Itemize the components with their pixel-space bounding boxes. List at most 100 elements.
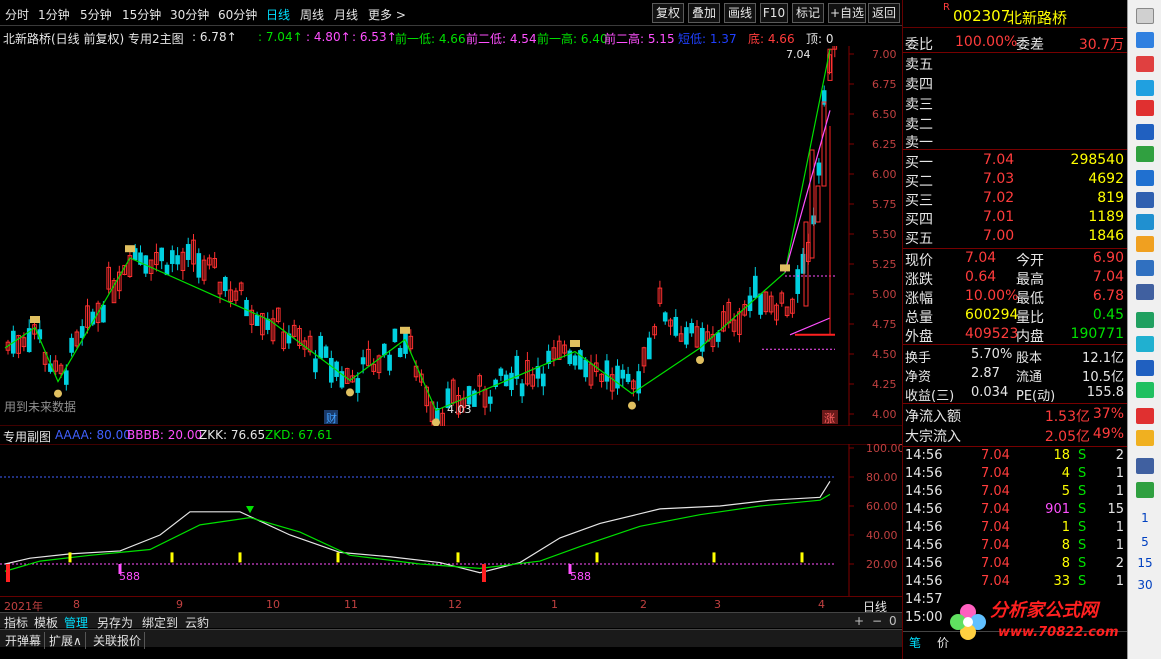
sell-label: 卖三: [905, 97, 933, 113]
oscillator-chart[interactable]: 100.00 80.00 60.00 40.00 20.00 588 588: [0, 444, 902, 596]
period-5min[interactable]: 5分钟: [80, 6, 112, 23]
zoom-in-icon[interactable]: +: [854, 614, 864, 628]
rank-icon[interactable]: [1136, 100, 1154, 116]
flow-pct: 49%: [1092, 426, 1124, 442]
candle-body: [684, 327, 689, 345]
tick-count: 2: [1115, 448, 1124, 463]
list-icon[interactable]: [1136, 32, 1154, 48]
info-icon[interactable]: [1136, 214, 1154, 230]
buy-price: 7.04: [983, 152, 1015, 168]
period-fenshi[interactable]: 分时: [5, 6, 29, 23]
top-marker: [400, 326, 410, 334]
price-tick: 4.75: [872, 318, 897, 331]
bottom-marker: [696, 356, 704, 364]
refresh-icon[interactable]: [1136, 482, 1154, 498]
date-axis: 2021年 8 9 10 11 12 1 2 3 4 日线: [0, 596, 902, 614]
rsi-icon[interactable]: [1136, 360, 1154, 376]
sidebar-period-15[interactable]: 15: [1128, 556, 1161, 570]
f12-icon[interactable]: [1136, 260, 1154, 276]
price-tick: 5.25: [872, 258, 897, 271]
mark-button[interactable]: 标记: [792, 3, 824, 23]
indicator-value: ZKK: 76.65: [199, 428, 266, 442]
stat-value: 5.70%: [971, 347, 1013, 362]
candle-body: [625, 373, 631, 382]
tick-side: S: [1078, 574, 1087, 589]
tick-row: 14:56 7.04 4 S 1: [903, 466, 1128, 484]
weibi-row: 委比 100.00% 委差 30.7万: [903, 33, 1128, 53]
period-15min[interactable]: 15分钟: [122, 6, 161, 23]
zoom-out-icon[interactable]: −: [872, 614, 882, 628]
candle-body: [753, 275, 758, 298]
vol-icon[interactable]: [1136, 336, 1154, 352]
candlestick-chart[interactable]: 7.00 6.75 6.50 6.25 6.00 5.75 5.50 5.25 5.00 4.75…: [0, 46, 902, 426]
period-60min[interactable]: 60分钟: [218, 6, 257, 23]
stat-label: 内盘: [1016, 329, 1044, 345]
alert-icon[interactable]: [1136, 408, 1154, 424]
tick-count: 1: [1115, 466, 1124, 481]
period-week[interactable]: 周线: [300, 6, 324, 23]
back-button[interactable]: 返回: [868, 3, 900, 23]
candle-body: [809, 149, 815, 259]
candle-body: [578, 350, 583, 370]
trend-icon[interactable]: [1136, 124, 1154, 140]
reset-icon[interactable]: 0: [889, 614, 897, 628]
f10-icon[interactable]: [1136, 192, 1154, 208]
fuquan-button[interactable]: 复权: [652, 3, 684, 23]
period-month[interactable]: 月线: [334, 6, 358, 23]
weibi-value: 100.00%: [955, 34, 1018, 50]
sector-icon[interactable]: [1136, 80, 1154, 96]
price-tick: 6.25: [872, 138, 897, 151]
stat-label: 量比: [1016, 310, 1044, 326]
kline-icon[interactable]: [1136, 146, 1154, 162]
sidebar-period-1[interactable]: 1: [1128, 511, 1161, 525]
signal-bar: [68, 552, 72, 563]
expand-button[interactable]: 扩展∧: [46, 632, 86, 649]
tick-time: 14:56: [905, 556, 943, 571]
tick-time: 15:00: [905, 610, 943, 625]
period-1min[interactable]: 1分钟: [38, 6, 70, 23]
signal-bar: [456, 552, 460, 563]
future-data-note: 用到未来数据: [4, 399, 76, 414]
sidebar-period-5[interactable]: 5: [1128, 535, 1161, 549]
move-icon[interactable]: [1136, 382, 1154, 398]
indicator-value: AAAA: 80.00: [55, 428, 131, 442]
note-icon[interactable]: [1136, 236, 1154, 252]
indicator-value: 前一低: 4.66: [395, 32, 466, 46]
f5-icon[interactable]: [1136, 458, 1154, 474]
stat-label: 涨幅: [905, 291, 933, 307]
f70-icon[interactable]: [1136, 284, 1154, 300]
f10-button[interactable]: F10: [760, 3, 788, 23]
bottom-marker: [628, 401, 636, 410]
macd-icon[interactable]: [1136, 312, 1154, 328]
overlay-button[interactable]: 叠加: [688, 3, 720, 23]
buy-row: 买三 7.02 819: [903, 189, 1128, 209]
buy-volume: 1189: [1088, 209, 1124, 225]
buy-price: 7.00: [983, 228, 1015, 244]
indicator-value: 顶: 0: [806, 32, 834, 46]
add-watchlist-button[interactable]: +自选: [828, 3, 866, 23]
tab-jia[interactable]: 价: [937, 634, 949, 651]
menu-icon[interactable]: [1136, 8, 1154, 24]
pen-icon[interactable]: [1136, 430, 1154, 446]
buy-volume: 4692: [1088, 171, 1124, 187]
related-quote-button[interactable]: 关联报价: [90, 632, 146, 649]
period-30min[interactable]: 30分钟: [170, 6, 209, 23]
tick-price: 7.04: [981, 574, 1010, 589]
draw-button[interactable]: 画线: [724, 3, 756, 23]
candle-body: [196, 253, 202, 278]
period-day[interactable]: 日线: [266, 6, 290, 23]
date-tick: 2: [640, 598, 647, 611]
tab-bi[interactable]: 笔: [909, 634, 921, 651]
period-more[interactable]: 更多 >: [368, 6, 406, 23]
indicator-value: : 6.53↑: [352, 30, 397, 44]
indicator-value: : 6.78↑: [192, 30, 237, 44]
stat-label: 最高: [1016, 272, 1044, 288]
quote-icon[interactable]: [1136, 56, 1154, 72]
news-icon[interactable]: [1136, 170, 1154, 186]
candle-body: [572, 355, 578, 366]
sidebar-period-30[interactable]: 30: [1128, 578, 1161, 592]
bottom-marker: [346, 388, 354, 397]
stat-value: 0.45: [1092, 307, 1124, 323]
danmu-button[interactable]: 开弹幕: [2, 632, 46, 649]
buy-label: 买四: [905, 212, 933, 228]
